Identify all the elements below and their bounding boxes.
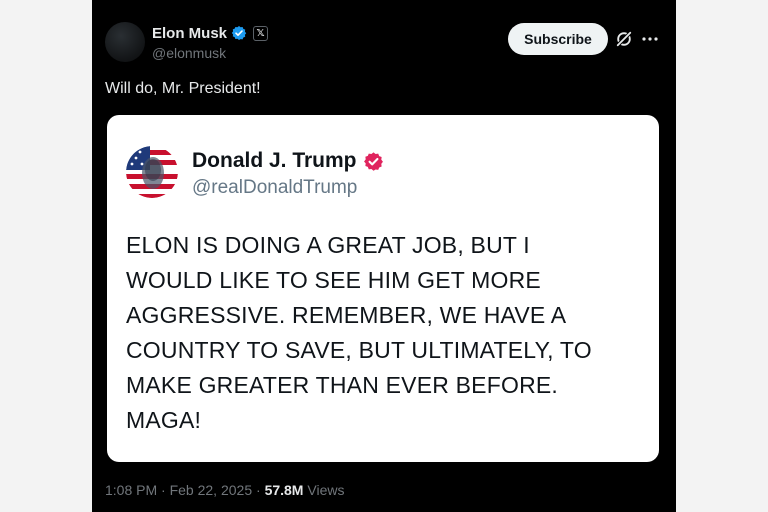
quoted-avatar — [126, 146, 178, 198]
views-count: 57.8M — [264, 482, 304, 498]
author-handle[interactable]: @elonmusk — [152, 45, 268, 61]
x-affiliate-icon: 𝕏 — [253, 25, 269, 41]
quoted-author-name: Donald J. Trump — [192, 149, 357, 172]
verified-badge-icon — [231, 26, 247, 40]
quoted-post-card[interactable]: Donald J. Trump @realDonaldTrump ELON IS… — [107, 115, 659, 462]
quoted-post-text: ELON IS DOING A GREAT JOB, BUT I WOULD L… — [126, 228, 646, 438]
quoted-author-block: Donald J. Trump @realDonaldTrump — [192, 149, 384, 199]
quoted-text-line: AGGRESSIVE. REMEMBER, WE HAVE A — [126, 302, 567, 328]
meta-separator: · — [157, 482, 170, 498]
subscribe-button[interactable]: Subscribe — [508, 23, 608, 55]
views-label: Views — [303, 482, 345, 498]
quoted-text-line: WOULD LIKE TO SEE HIM GET MORE — [126, 267, 541, 293]
quoted-text-line: ELON IS DOING A GREAT JOB, BUT I — [126, 232, 530, 258]
quoted-text-line: COUNTRY TO SAVE, BUT ULTIMATELY, TO — [126, 337, 592, 363]
quoted-text-line: MAGA! — [126, 407, 202, 433]
avatar[interactable] — [105, 22, 145, 62]
quoted-author-handle: @realDonaldTrump — [192, 177, 358, 198]
post-date[interactable]: Feb 22, 2025 — [170, 482, 253, 498]
post-meta: 1:08 PM · Feb 22, 2025 · 57.8M Views — [105, 482, 344, 498]
quoted-text-line: MAKE GREATER THAN EVER BEFORE. — [126, 372, 559, 398]
grok-icon[interactable] — [614, 29, 634, 49]
author-block: Elon Musk 𝕏 @elonmusk — [152, 24, 269, 61]
more-icon[interactable] — [642, 30, 658, 48]
meta-separator: · — [252, 482, 265, 498]
post-time[interactable]: 1:08 PM — [105, 482, 157, 498]
author-name[interactable]: Elon Musk — [152, 25, 227, 42]
verified-badge-icon — [363, 151, 383, 171]
tweet-text: Will do, Mr. President! — [105, 80, 261, 97]
